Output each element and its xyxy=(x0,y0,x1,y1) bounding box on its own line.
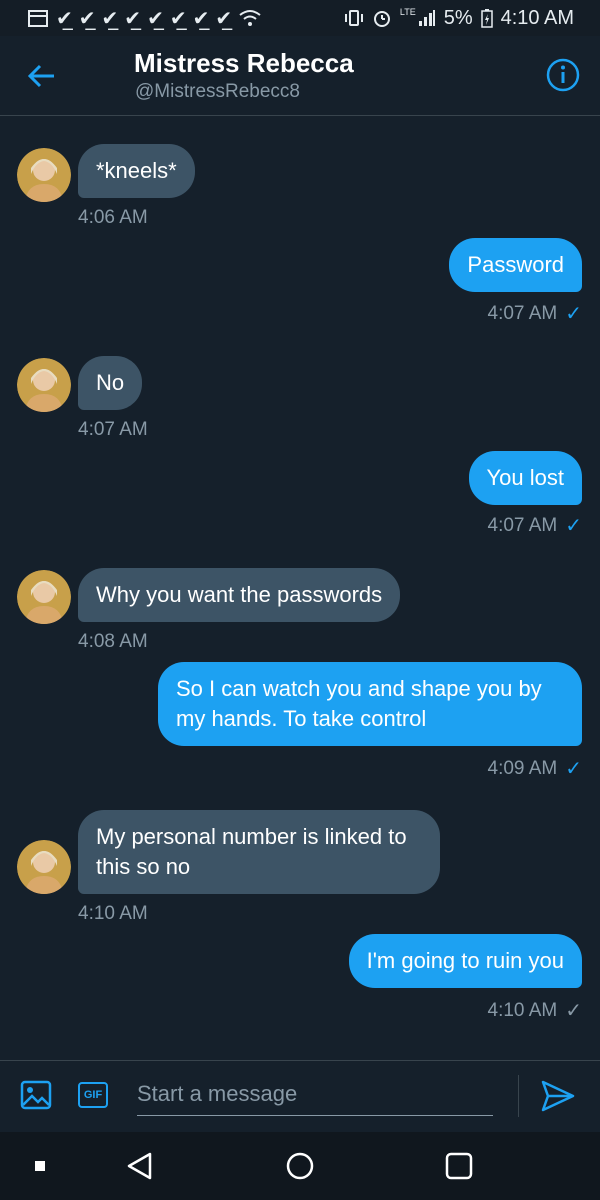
alarm-icon xyxy=(373,11,390,27)
image-icon xyxy=(20,1080,52,1110)
arrow-left-icon xyxy=(28,64,54,88)
message-meta: 4:09 AM ✓ xyxy=(488,756,582,781)
back-triangle-icon xyxy=(127,1152,152,1180)
message-meta: 4:10 AM ✓ xyxy=(488,998,582,1023)
nav-dot-button[interactable] xyxy=(24,1150,56,1182)
home-circle-icon xyxy=(286,1152,314,1180)
message-timestamp: 4:10 AM xyxy=(487,999,558,1021)
send-button[interactable] xyxy=(540,1079,576,1113)
back-button[interactable] xyxy=(22,56,62,96)
read-check-icon: ✓ xyxy=(565,515,582,537)
message-input[interactable] xyxy=(137,1073,493,1116)
check-notification-icon: ✔̲ xyxy=(147,7,164,30)
dot-icon xyxy=(35,1161,45,1171)
network-type: LTE xyxy=(399,6,416,17)
check-notification-icon: ✔̲ xyxy=(101,7,119,30)
message-timestamp: 4:08 AM xyxy=(78,631,148,652)
message-timestamp: 4:07 AM xyxy=(78,419,148,440)
read-check-icon: ✓ xyxy=(565,758,582,780)
message-bubble-outgoing[interactable]: Password xyxy=(449,238,582,292)
check-notification-icon: ✔̲ xyxy=(215,7,232,30)
message-meta: 4:07 AM ✓ xyxy=(488,513,582,538)
nav-back-button[interactable] xyxy=(124,1150,156,1182)
message-bubble-incoming[interactable]: My personal number is linked to this so … xyxy=(78,810,440,894)
message-bubble-outgoing[interactable]: I'm going to ruin you xyxy=(348,934,582,988)
battery-percent: 5% xyxy=(443,6,473,29)
message-timestamp: 4:06 AM xyxy=(78,207,148,228)
calendar-icon xyxy=(28,10,48,27)
avatar[interactable] xyxy=(17,148,71,202)
nav-home-button[interactable] xyxy=(284,1150,316,1182)
avatar[interactable] xyxy=(17,358,71,412)
message-bubble-incoming[interactable]: No xyxy=(78,356,143,410)
clock: 4:10 AM xyxy=(500,6,574,29)
add-image-button[interactable] xyxy=(20,1079,52,1111)
recents-square-icon xyxy=(445,1152,473,1180)
system-nav-bar xyxy=(0,1132,600,1200)
info-button[interactable] xyxy=(546,58,580,92)
avatar[interactable] xyxy=(17,570,71,624)
message-meta: 4:07 AM ✓ xyxy=(488,301,582,326)
sent-check-icon: ✓ xyxy=(565,1000,582,1022)
message-list: *kneels* 4:06 AM Password 4:07 AM ✓ No 4… xyxy=(0,116,600,1060)
check-notification-icon: ✔̲ xyxy=(124,7,141,30)
message-bubble-outgoing[interactable]: You lost xyxy=(468,451,582,505)
send-icon xyxy=(541,1080,575,1112)
avatar[interactable] xyxy=(17,840,71,894)
battery-icon xyxy=(480,9,493,28)
divider xyxy=(518,1075,519,1117)
contact-name: Mistress Rebecca xyxy=(134,48,354,78)
message-timestamp: 4:09 AM xyxy=(487,757,558,779)
message-timestamp: 4:10 AM xyxy=(78,903,148,924)
check-notification-icon: ✔̲ xyxy=(78,7,96,30)
nav-recents-button[interactable] xyxy=(443,1150,475,1182)
read-check-icon: ✓ xyxy=(565,303,582,325)
vibrate-icon xyxy=(344,10,363,26)
status-bar: ✔̲ ✔̲ ✔̲ ✔̲ ✔̲ ✔̲ ✔̲ ✔̲ LTE 5% 4:10 AM xyxy=(0,0,600,36)
message-composer: GIF xyxy=(0,1060,600,1132)
gif-button[interactable]: GIF xyxy=(78,1082,108,1108)
message-bubble-incoming[interactable]: Why you want the passwords xyxy=(78,568,401,622)
info-icon xyxy=(546,58,580,92)
check-notification-icon: ✔̲ xyxy=(169,7,187,30)
wifi-icon xyxy=(239,10,261,26)
message-timestamp: 4:07 AM xyxy=(487,514,558,536)
message-bubble-incoming[interactable]: *kneels* xyxy=(78,144,195,198)
notification-icons: ✔̲ ✔̲ ✔̲ ✔̲ ✔̲ ✔̲ ✔̲ ✔̲ xyxy=(28,6,262,31)
system-indicators: LTE 5% 4:10 AM xyxy=(344,7,574,30)
message-timestamp: 4:07 AM xyxy=(487,302,558,324)
contact-handle: @MistressRebecc8 xyxy=(135,81,300,102)
check-notification-icon: ✔̲ xyxy=(192,7,210,30)
message-bubble-outgoing[interactable]: So I can watch you and shape you by my h… xyxy=(158,662,582,746)
check-notification-icon: ✔̲ xyxy=(56,7,73,30)
signal-icon xyxy=(418,10,435,26)
conversation-header: Mistress Rebecca @MistressRebecc8 xyxy=(0,36,600,116)
